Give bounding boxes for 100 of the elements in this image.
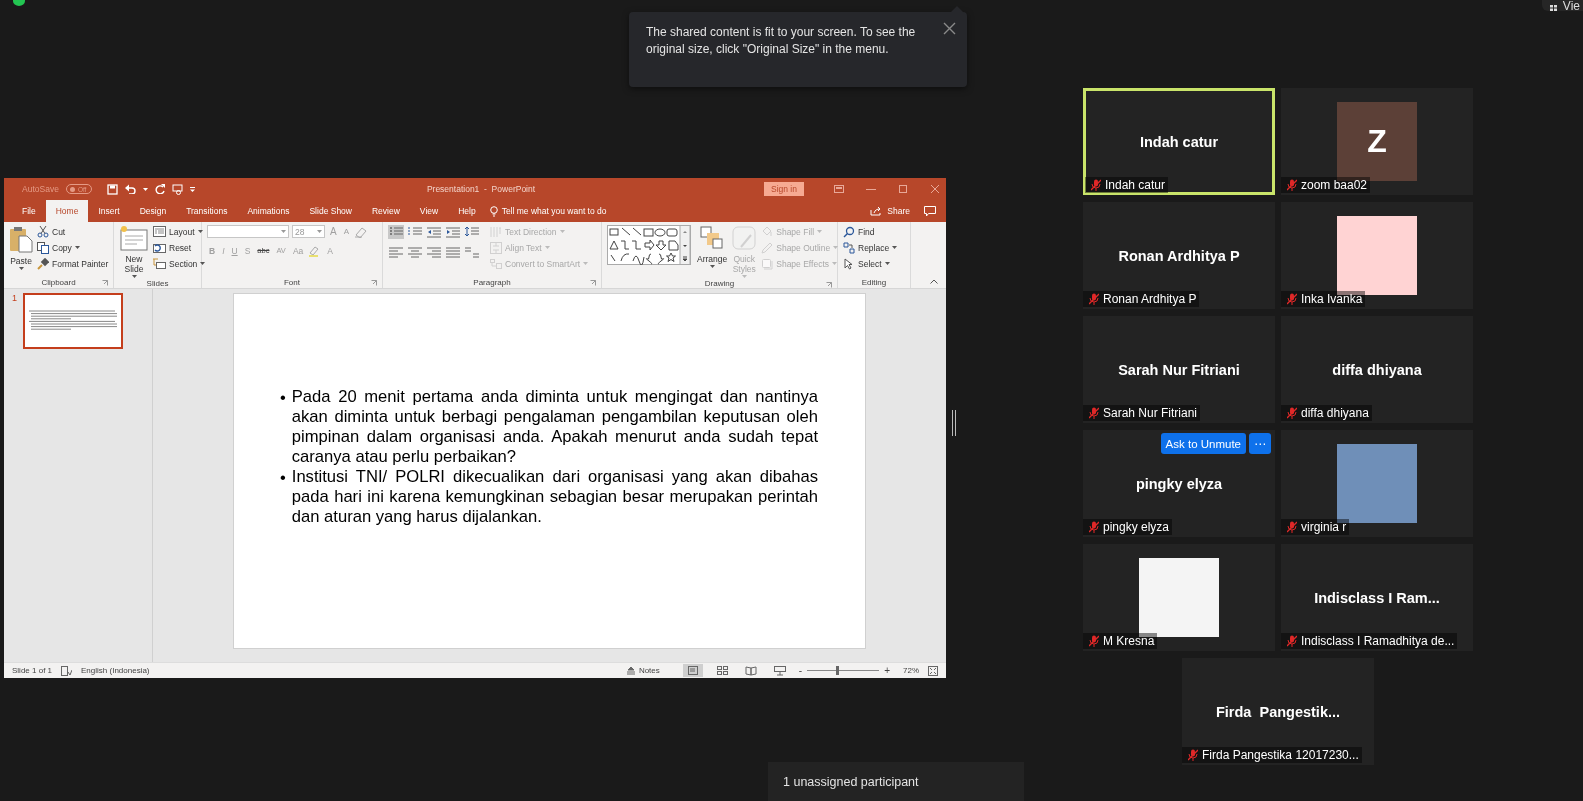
group-label: Slides (146, 278, 169, 288)
participant-label: Indisclass I Ramadhitya de... (1301, 634, 1455, 648)
presenter-icon[interactable] (172, 183, 184, 195)
zoom-in-button[interactable]: + (884, 665, 890, 676)
ribbon-tab[interactable]: Transitions (176, 200, 238, 222)
scissors-icon (37, 225, 49, 238)
participant-label: Firda Pangestika 12017230... (1202, 748, 1359, 762)
ribbon-button[interactable]: Layout (153, 225, 206, 238)
slide-counter: Slide 1 of 1 (12, 666, 53, 675)
ribbon-display-icon[interactable] (834, 185, 844, 193)
dialog-launcher-icon[interactable] (371, 280, 377, 286)
decrease-indent-icon[interactable] (426, 225, 442, 239)
ribbon-tab[interactable]: Slide Show (299, 200, 362, 222)
reset-icon (153, 242, 166, 253)
ribbon-button[interactable]: Cut (37, 225, 109, 238)
participant-label: pingky elyza (1103, 520, 1170, 534)
language-button[interactable]: English (Indonesia) (81, 666, 150, 675)
ribbon-tab[interactable]: Help (448, 200, 486, 222)
close-icon[interactable] (943, 22, 956, 35)
group-label: Font (284, 277, 300, 287)
slide-icon (119, 225, 149, 251)
participant-name: pingky elyza (1135, 475, 1223, 492)
dialog-launcher-icon[interactable] (590, 280, 596, 286)
font-name-field[interactable] (207, 225, 289, 238)
align-left-icon[interactable] (388, 245, 404, 259)
copy-icon (37, 241, 49, 254)
resize-handle-icon[interactable] (952, 410, 956, 436)
ribbon-tab[interactable]: Review (362, 200, 410, 222)
pointer-icon (843, 257, 855, 270)
group-label: Paragraph (473, 277, 511, 287)
restore-icon[interactable] (898, 185, 908, 193)
paintbrush-icon (37, 257, 49, 270)
text-direction-icon (490, 225, 502, 238)
notes-button[interactable]: Notes (626, 666, 660, 675)
dialog-launcher-icon[interactable] (102, 280, 108, 286)
participant-label: diffa dhiyana (1301, 406, 1369, 420)
dialog-launcher-icon[interactable] (826, 282, 832, 288)
align-right-icon[interactable] (426, 245, 442, 259)
ribbon-button[interactable]: Section (153, 257, 206, 270)
bullet-text: Institusi TNI/ POLRI dikecualikan dari organisasi yang akan dibahas pada hari ini karena kemungkinan sebagian besar merupakan perintah dan aturan yang harus dijalankan. (291, 467, 818, 527)
group-label: Clipboard (41, 277, 76, 287)
ask-to-unmute-button[interactable]: Ask to Unmute (1160, 433, 1246, 454)
spellcheck-icon[interactable] (61, 665, 73, 676)
sign-in-button[interactable]: Sign in (764, 182, 804, 196)
ribbon-tab[interactable]: Home (45, 200, 89, 222)
ribbon-tab[interactable]: View (409, 200, 449, 222)
ribbon-button[interactable]: Copy (37, 241, 109, 254)
participant-name: Ronan Ardhitya P (1118, 247, 1240, 264)
ribbon-tab[interactable]: File (12, 200, 46, 222)
undo-icon[interactable] (125, 184, 137, 194)
shape-gallery[interactable] (607, 225, 691, 265)
participant-label: Sarah Nur Fitriani (1103, 406, 1198, 420)
eraser-icon[interactable] (354, 225, 367, 238)
participant-label: Inka Ivanka (1301, 292, 1363, 306)
tell-me-search[interactable]: Tell me what you want to do (485, 200, 607, 222)
ribbon-tab[interactable]: Design (129, 200, 177, 222)
align-center-icon[interactable] (407, 245, 423, 259)
ribbon-button[interactable]: Paste (9, 225, 33, 270)
group-label: Editing (861, 277, 887, 287)
ribbon-button[interactable]: Arrange (697, 225, 728, 268)
customize-icon[interactable] (190, 186, 196, 192)
participant-label: Ronan Ardhitya P (1103, 292, 1197, 306)
share-button[interactable]: Share (870, 200, 910, 222)
line-spacing-icon[interactable] (464, 225, 480, 239)
normal-view-icon[interactable] (682, 664, 703, 677)
fit-to-window-icon[interactable] (928, 665, 938, 676)
zoom-out-button[interactable]: - (798, 665, 803, 676)
caret-icon (143, 187, 149, 191)
ribbon-tab[interactable]: Animations (237, 200, 300, 222)
more-button[interactable]: ⋯ (1249, 433, 1271, 454)
ribbon-button[interactable]: Select (843, 257, 898, 270)
collapse-icon[interactable] (930, 279, 938, 284)
font-size-value: 28 (295, 226, 305, 237)
ribbon-button[interactable]: Replace (843, 241, 898, 254)
clipboard-icon (9, 225, 33, 253)
justify-icon[interactable] (445, 245, 461, 259)
slide-thumbnail[interactable] (23, 293, 123, 349)
autosave-label: AutoSave (22, 184, 59, 194)
ribbon-button[interactable]: New Slide (119, 225, 149, 278)
ribbon-button[interactable]: Find (843, 225, 898, 238)
lightbulb-icon (489, 205, 498, 217)
caret-icon (281, 230, 286, 233)
bulleted-list-icon[interactable] (388, 225, 404, 239)
ribbon-button[interactable]: Format Painter (37, 257, 109, 270)
zoom-level[interactable]: 72% (903, 666, 919, 675)
squares-icon (699, 225, 726, 251)
replace-icon (843, 241, 855, 254)
redo-icon[interactable] (155, 184, 166, 194)
close-icon[interactable] (930, 185, 940, 193)
ribbon-tab[interactable]: Insert (88, 200, 130, 222)
view-button[interactable]: Vie (1541, 0, 1583, 11)
search-icon (843, 225, 855, 238)
columns-icon[interactable] (464, 245, 480, 259)
section-icon (153, 258, 166, 269)
comment-icon[interactable] (924, 205, 936, 217)
avatar-initial: Z (1367, 123, 1387, 160)
slider-thumb[interactable] (836, 666, 840, 675)
increase-indent-icon[interactable] (445, 225, 461, 239)
ribbon-button[interactable]: Reset (153, 241, 206, 254)
font-size-field[interactable]: 28 (292, 225, 325, 238)
